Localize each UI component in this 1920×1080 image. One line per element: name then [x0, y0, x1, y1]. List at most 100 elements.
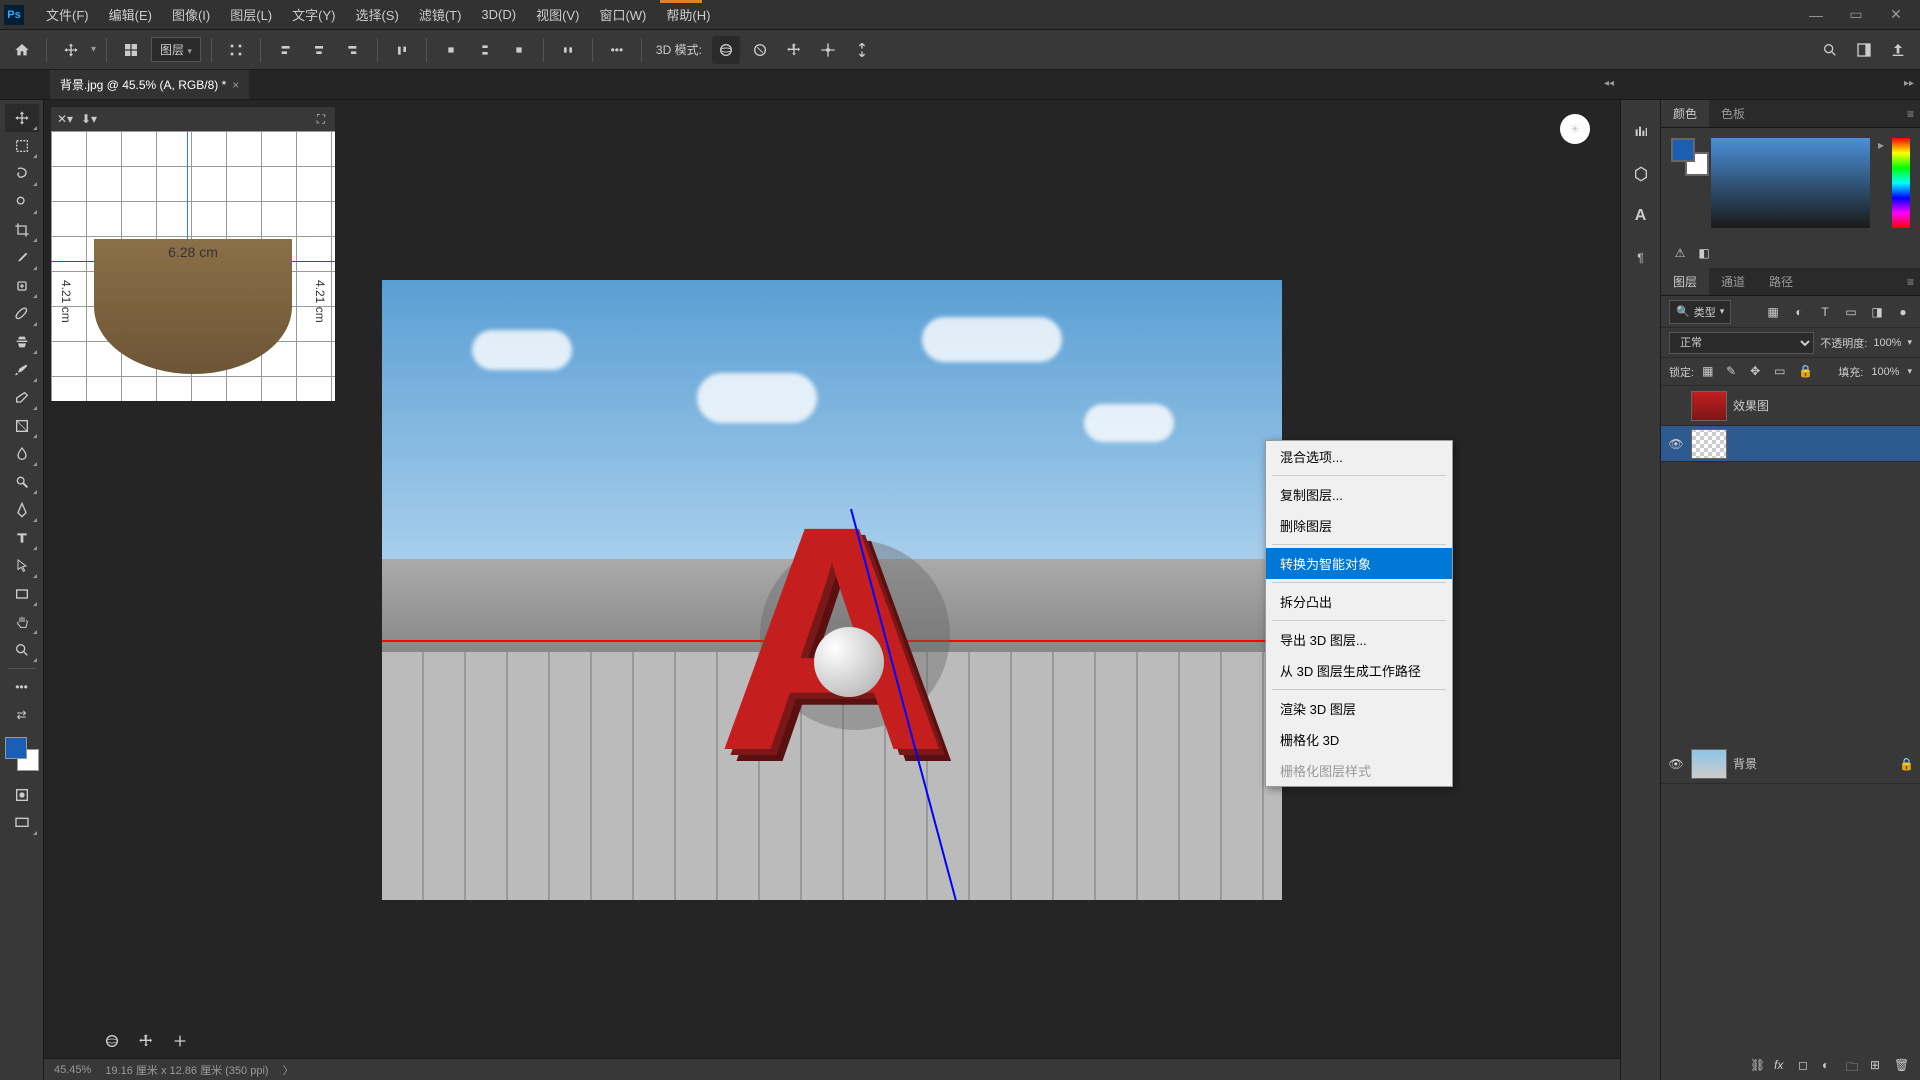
hand-tool[interactable] — [5, 608, 39, 636]
layer-name-text[interactable]: 背景 — [1733, 755, 1757, 772]
layer-mask-icon[interactable]: ◻ — [1798, 1058, 1816, 1076]
color-field[interactable] — [1711, 138, 1870, 228]
ctx-delete-layer[interactable]: 删除图层 — [1266, 510, 1452, 541]
window-maximize[interactable]: ▭ — [1836, 2, 1876, 28]
move-tool-icon[interactable] — [57, 36, 85, 64]
3d-roll-icon[interactable] — [746, 36, 774, 64]
hue-slider[interactable] — [1892, 138, 1910, 228]
ctx-split-extrusion[interactable]: 拆分凸出 — [1266, 586, 1452, 617]
zoom-view-icon[interactable] — [167, 1028, 193, 1054]
marquee-tool[interactable] — [5, 132, 39, 160]
lock-transparency-icon[interactable]: ▦ — [1702, 364, 1718, 380]
blend-mode-select[interactable]: 正常 — [1669, 332, 1814, 354]
3d-light-widget[interactable] — [814, 627, 884, 697]
collapse-left-indicator[interactable]: ◂◂ — [1604, 78, 1614, 89]
menu-file[interactable]: 文件(F) — [36, 5, 99, 24]
home-icon[interactable] — [8, 36, 36, 64]
menu-type[interactable]: 文字(Y) — [282, 5, 345, 24]
layer-thumbnail[interactable] — [1691, 429, 1727, 459]
distribute-bottom-icon[interactable] — [505, 36, 533, 64]
foreground-color[interactable] — [5, 737, 27, 759]
tab-paths[interactable]: 路径 — [1757, 268, 1805, 295]
layer-group-icon[interactable]: 🗀 — [1846, 1058, 1864, 1076]
blur-tool[interactable] — [5, 440, 39, 468]
cube-icon[interactable]: ◧ — [1695, 244, 1713, 262]
filter-toggle-icon[interactable]: ● — [1894, 303, 1912, 321]
adjustment-layer-icon[interactable]: ◐ — [1822, 1058, 1840, 1076]
auto-select-icon[interactable] — [117, 36, 145, 64]
paragraph-panel-icon[interactable]: ¶ — [1629, 246, 1653, 270]
tab-close-icon[interactable]: × — [232, 78, 239, 92]
orbit-view-icon[interactable] — [99, 1028, 125, 1054]
color-swatches[interactable] — [5, 737, 39, 771]
screenmode-icon[interactable] — [5, 809, 39, 837]
lock-position-icon[interactable]: ✥ — [1750, 364, 1766, 380]
new-layer-icon[interactable]: ⊞ — [1870, 1058, 1888, 1076]
zoom-level[interactable]: 45.45% — [54, 1064, 91, 1076]
layer-row[interactable]: 👁 背景 🔒 — [1661, 744, 1920, 784]
path-select-tool[interactable] — [5, 552, 39, 580]
move-tool[interactable] — [5, 104, 39, 132]
character-panel-icon[interactable]: A — [1629, 204, 1653, 228]
eraser-tool[interactable] — [5, 384, 39, 412]
history-brush-tool[interactable] — [5, 356, 39, 384]
menu-view[interactable]: 视图(V) — [526, 5, 589, 24]
status-chevron-icon[interactable]: 〉 — [283, 1062, 294, 1078]
layer-fx-icon[interactable]: fx — [1774, 1058, 1792, 1076]
lasso-tool[interactable] — [5, 160, 39, 188]
fill-value[interactable]: 100% — [1871, 366, 1899, 378]
clone-stamp-tool[interactable] — [5, 328, 39, 356]
menu-3d[interactable]: 3D(D) — [471, 7, 526, 22]
link-layers-icon[interactable]: ⛓ — [1750, 1058, 1768, 1076]
document-canvas[interactable]: A — [382, 280, 1282, 900]
window-close[interactable]: ✕ — [1876, 2, 1916, 28]
swap-view-icon[interactable]: ⬇▾ — [81, 111, 97, 127]
layer-row[interactable]: 效果图 — [1661, 386, 1920, 426]
opacity-value[interactable]: 100% — [1873, 337, 1901, 349]
ctx-duplicate-layer[interactable]: 复制图层... — [1266, 479, 1452, 510]
dodge-tool[interactable] — [5, 468, 39, 496]
share-icon[interactable] — [1884, 36, 1912, 64]
tab-color[interactable]: 颜色 — [1661, 100, 1709, 127]
panel-color-swatches[interactable] — [1671, 138, 1703, 170]
layer-thumbnail[interactable] — [1691, 749, 1727, 779]
filter-shape-icon[interactable]: ▭ — [1842, 303, 1860, 321]
ctx-rasterize-3d[interactable]: 栅格化 3D — [1266, 724, 1452, 755]
expand-view-icon[interactable]: ⛶ — [313, 111, 329, 127]
lock-artboard-icon[interactable]: ▭ — [1774, 364, 1790, 380]
ctx-render-3d[interactable]: 渲染 3D 图层 — [1266, 693, 1452, 724]
histogram-panel-icon[interactable] — [1629, 120, 1653, 144]
menu-help[interactable]: 帮助(H) — [656, 5, 720, 24]
filter-pixel-icon[interactable]: ▦ — [1764, 303, 1782, 321]
tab-swatches[interactable]: 色板 — [1709, 100, 1757, 127]
align-vertical-icon[interactable] — [554, 36, 582, 64]
ctx-convert-smart-object[interactable]: 转换为智能对象 — [1266, 548, 1452, 579]
menu-window[interactable]: 窗口(W) — [589, 5, 656, 24]
pen-tool[interactable] — [5, 496, 39, 524]
visibility-toggle[interactable]: 👁 — [1667, 435, 1685, 453]
distribute-top-icon[interactable] — [437, 36, 465, 64]
document-tab[interactable]: 背景.jpg @ 45.5% (A, RGB/8) * × — [50, 70, 249, 99]
filter-type-icon[interactable]: T — [1816, 303, 1834, 321]
warning-icon[interactable]: ⚠ — [1671, 244, 1689, 262]
edit-toolbar-icon[interactable]: ••• — [5, 673, 39, 701]
window-minimize[interactable]: — — [1796, 2, 1836, 28]
secondary-3d-view[interactable]: ✕▾ ⬇▾ ⛶ 6.28 cm 4.21 cm 4.21 cm — [50, 106, 336, 402]
visibility-toggle[interactable] — [1667, 397, 1685, 415]
menu-image[interactable]: 图像(I) — [162, 5, 220, 24]
delete-layer-icon[interactable]: 🗑 — [1894, 1058, 1912, 1076]
panel-menu-icon[interactable]: ≡ — [1907, 107, 1914, 121]
visibility-toggle[interactable]: 👁 — [1667, 755, 1685, 773]
crop-tool[interactable] — [5, 216, 39, 244]
3d-slide-icon[interactable] — [814, 36, 842, 64]
rectangle-tool[interactable] — [5, 580, 39, 608]
3d-pan-icon[interactable] — [780, 36, 808, 64]
filter-smart-icon[interactable]: ◨ — [1868, 303, 1886, 321]
ctx-3d-workpath[interactable]: 从 3D 图层生成工作路径 — [1266, 655, 1452, 686]
align-center-h-icon[interactable] — [305, 36, 333, 64]
3d-orbit-icon[interactable] — [712, 36, 740, 64]
gradient-tool[interactable] — [5, 412, 39, 440]
zoom-tool[interactable] — [5, 636, 39, 664]
ctx-export-3d[interactable]: 导出 3D 图层... — [1266, 624, 1452, 655]
lighting-toggle-icon[interactable]: ☀ — [1560, 114, 1590, 144]
